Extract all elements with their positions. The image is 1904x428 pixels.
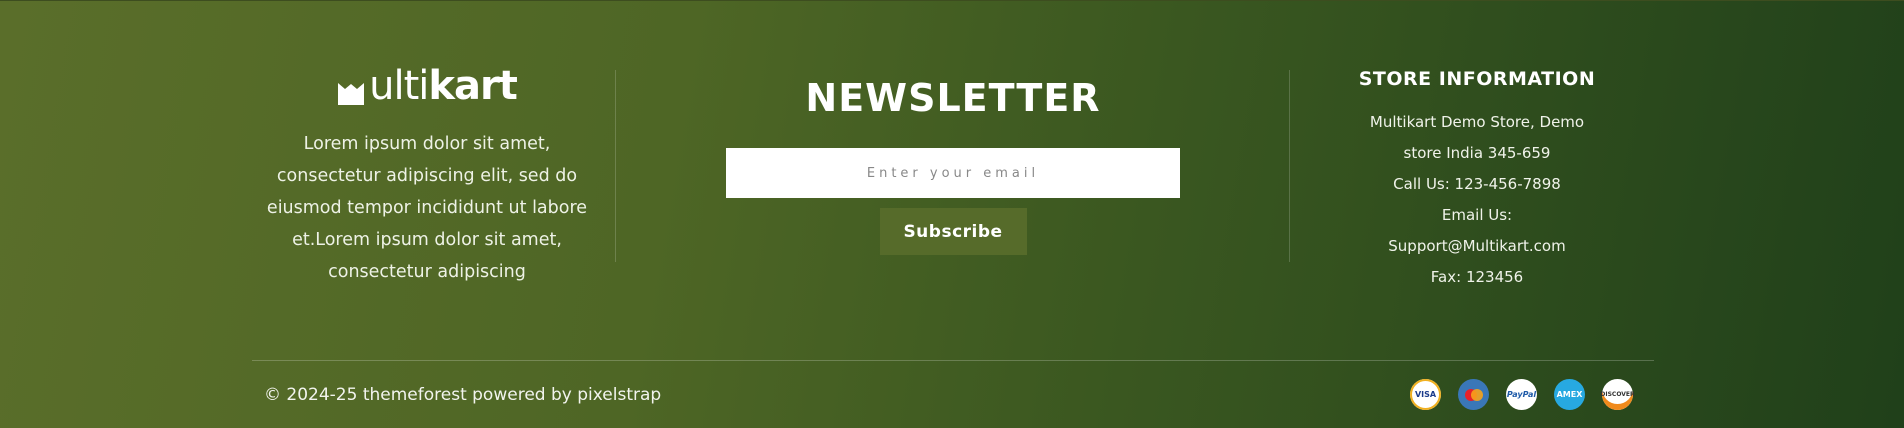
site-footer: ultikart Lorem ipsum dolor sit amet, con… bbox=[0, 0, 1904, 428]
column-divider bbox=[1289, 70, 1290, 262]
column-divider bbox=[615, 70, 616, 262]
paypal-icon[interactable]: PayPal bbox=[1506, 379, 1537, 410]
store-information-title: STORE INFORMATION bbox=[1358, 68, 1596, 90]
store-email[interactable]: Support@Multikart.com bbox=[1346, 231, 1608, 262]
store-phone: Call Us: 123-456-7898 bbox=[1393, 175, 1561, 193]
newsletter-email-input[interactable] bbox=[726, 148, 1180, 198]
store-fax: Fax: 123456 bbox=[1430, 268, 1524, 286]
brand-logo[interactable]: ultikart bbox=[337, 63, 518, 109]
amex-icon[interactable]: AMEX bbox=[1554, 379, 1585, 410]
store-email-label: Email Us: bbox=[1441, 206, 1513, 224]
payment-methods: VISA PayPal AMEX DISCOVER bbox=[1410, 379, 1635, 410]
logo-text: ultikart bbox=[369, 63, 518, 109]
discover-icon[interactable]: DISCOVER bbox=[1600, 379, 1635, 410]
subscribe-button[interactable]: Subscribe bbox=[879, 208, 1027, 255]
footer-divider bbox=[252, 360, 1654, 361]
about-description: Lorem ipsum dolor sit amet, consectetur … bbox=[266, 134, 588, 282]
newsletter-section: NEWSLETTER Subscribe bbox=[726, 74, 1180, 255]
store-information-section: STORE INFORMATION Multikart Demo Store, … bbox=[1346, 66, 1608, 293]
visa-icon[interactable]: VISA bbox=[1410, 379, 1441, 410]
about-section: ultikart Lorem ipsum dolor sit amet, con… bbox=[262, 66, 592, 288]
store-information-details: Multikart Demo Store, Demo store India 3… bbox=[1346, 107, 1608, 293]
mastercard-icon[interactable] bbox=[1458, 379, 1489, 410]
newsletter-title: NEWSLETTER bbox=[805, 76, 1101, 120]
store-address-line-2: store India 345-659 bbox=[1403, 144, 1551, 162]
top-border bbox=[0, 0, 1904, 1]
store-address-line-1: Multikart Demo Store, Demo bbox=[1369, 113, 1585, 131]
logo-mark-icon bbox=[338, 83, 365, 105]
copyright-text: © 2024-25 themeforest powered by pixelst… bbox=[264, 385, 662, 405]
